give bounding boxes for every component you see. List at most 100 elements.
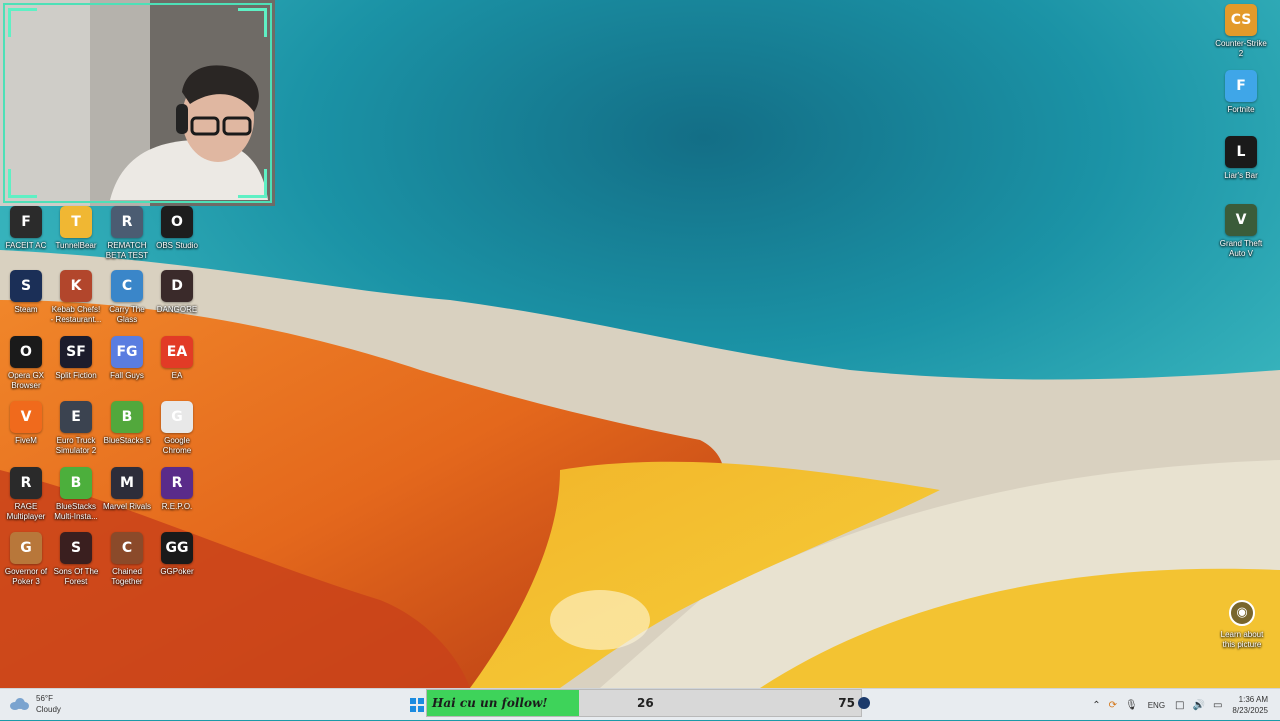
sons-forest-icon: S	[60, 532, 92, 564]
bluestacks-icon: B	[111, 401, 143, 433]
desktop-shortcut[interactable]: R R.E.P.O.	[151, 467, 203, 512]
desktop-shortcut[interactable]: K Kebab Chefs! - Restaurant...	[50, 270, 102, 325]
poker-icon: G	[10, 532, 42, 564]
desktop-shortcut-label: OBS Studio	[156, 241, 198, 250]
desktop-shortcut[interactable]: B BlueStacks 5	[101, 401, 153, 446]
obs-icon: O	[161, 206, 193, 238]
desktop-shortcut[interactable]: B BlueStacks Multi-Insta...	[50, 467, 102, 522]
ggpoker-icon: GG	[161, 532, 193, 564]
desktop-shortcut[interactable]: GG GGPoker	[151, 532, 203, 577]
sync-icon[interactable]: ⟳	[1109, 700, 1117, 711]
desktop-shortcut[interactable]: EA EA	[151, 336, 203, 381]
desktop-shortcut-label: Euro Truck Simulator 2	[55, 436, 97, 455]
desktop-shortcut-label: Sons Of The Forest	[53, 567, 99, 586]
chevron-up-icon[interactable]: ⌃	[1092, 700, 1100, 711]
webcam-overlay	[0, 0, 275, 206]
desktop-shortcut[interactable]: F FACEIT AC	[0, 206, 52, 251]
desktop-shortcut[interactable]: CS Counter-Strike 2	[1215, 4, 1267, 59]
fall-guys-icon: FG	[111, 336, 143, 368]
desktop-shortcut-label: GGPoker	[160, 567, 194, 576]
weather-widget[interactable]: 56°F Cloudy	[8, 693, 61, 715]
start-button[interactable]	[410, 698, 424, 712]
weather-description: Cloudy	[36, 705, 61, 714]
desktop-shortcut[interactable]: R RAGE Multiplayer	[0, 467, 52, 522]
desktop-shortcut[interactable]: C Carry The Glass	[101, 270, 153, 325]
desktop-shortcut-label: R.E.P.O.	[161, 502, 193, 511]
fortnite-icon: F	[1225, 70, 1257, 102]
desktop-shortcut-label: Carry The Glass	[109, 305, 145, 324]
marvel-rivals-icon: M	[111, 467, 143, 499]
desktop-shortcut[interactable]: S Sons Of The Forest	[50, 532, 102, 587]
camera-icon: ◉	[1229, 600, 1255, 626]
microphone-icon[interactable]: 🎙	[1125, 700, 1138, 711]
kebab-icon: K	[60, 270, 92, 302]
bear-icon: T	[60, 206, 92, 238]
desktop-shortcut[interactable]: T TunnelBear	[50, 206, 102, 251]
steam-icon: S	[10, 270, 42, 302]
volume-icon[interactable]: 🔊	[1193, 700, 1205, 711]
follow-goal-current: 26	[637, 696, 654, 710]
desktop-shortcut-label: Split Fiction	[55, 371, 97, 380]
battery-icon[interactable]: ▭	[1213, 700, 1222, 711]
follow-goal-target: 75	[838, 696, 855, 710]
desktop-shortcut[interactable]: R REMATCH BETA TEST	[101, 206, 153, 261]
system-tray: ⌃ ⟳ 🎙 ENG □ 🔊 ▭ 1:36 AM 8/23/2025	[1088, 689, 1280, 721]
learn-about-picture-label: Learn about this picture	[1220, 630, 1264, 649]
clock[interactable]: 1:36 AM 8/23/2025	[1232, 694, 1268, 716]
repo-icon: R	[161, 467, 193, 499]
faceit-icon: F	[10, 206, 42, 238]
webcam-corner	[8, 169, 37, 198]
carry-glass-icon: C	[111, 270, 143, 302]
desktop-shortcut[interactable]: E Euro Truck Simulator 2	[50, 401, 102, 456]
desktop-shortcut-label: TunnelBear	[55, 241, 97, 250]
desktop-shortcut[interactable]: FG Fall Guys	[101, 336, 153, 381]
webcam-frame	[3, 3, 272, 203]
language-indicator[interactable]: ENG	[1148, 701, 1165, 710]
desktop-shortcut-label: Grand Theft Auto V	[1219, 239, 1263, 258]
desktop-shortcut-label: RAGE Multiplayer	[6, 502, 46, 521]
liars-bar-icon: L	[1225, 136, 1257, 168]
desktop-shortcut[interactable]: G Governor of Poker 3	[0, 532, 52, 587]
desktop-shortcut[interactable]: O OBS Studio	[151, 206, 203, 251]
steam-taskbar-icon[interactable]	[858, 697, 870, 709]
desktop-shortcut-label: REMATCH BETA TEST	[105, 241, 149, 260]
webcam-corner	[8, 8, 37, 37]
desktop-shortcut-label: Kebab Chefs! - Restaurant...	[50, 305, 102, 324]
webcam-corner	[238, 8, 267, 37]
desktop-shortcut-label: Liar's Bar	[1224, 171, 1258, 180]
chrome-icon: G	[161, 401, 193, 433]
desktop-shortcut[interactable]: V FiveM	[0, 401, 52, 446]
weather-temperature: 56°F	[36, 694, 53, 703]
opera-gx-icon: O	[10, 336, 42, 368]
gta5-icon: V	[1225, 204, 1257, 236]
windows-logo-icon	[410, 698, 416, 704]
learn-about-picture[interactable]: ◉ Learn about this picture	[1216, 600, 1268, 650]
desktop-shortcut[interactable]: L Liar's Bar	[1215, 136, 1267, 181]
desktop-shortcut-label: Marvel Rivals	[102, 502, 151, 511]
desktop-shortcut[interactable]: G Google Chrome	[151, 401, 203, 456]
desktop-shortcut[interactable]: V Grand Theft Auto V	[1215, 204, 1267, 259]
desktop-shortcut-label: Chained Together	[111, 567, 143, 586]
desktop-shortcut-label: Counter-Strike 2	[1215, 39, 1267, 58]
desktop-shortcut[interactable]: S Steam	[0, 270, 52, 315]
ea-icon: EA	[161, 336, 193, 368]
desktop-shortcut[interactable]: D DANGORE	[151, 270, 203, 315]
desktop-shortcut[interactable]: SF Split Fiction	[50, 336, 102, 381]
desktop-shortcut-label: EA	[171, 371, 183, 380]
desktop-shortcut[interactable]: M Marvel Rivals	[101, 467, 153, 512]
clock-date: 8/23/2025	[1232, 706, 1268, 715]
dangore-icon: D	[161, 270, 193, 302]
desktop-shortcut-label: Opera GX Browser	[7, 371, 44, 390]
desktop-shortcut[interactable]: O Opera GX Browser	[0, 336, 52, 391]
desktop-shortcut-label: BlueStacks 5	[103, 436, 151, 445]
desktop-shortcut-label: BlueStacks Multi-Insta...	[54, 502, 98, 521]
desktop-shortcut-label: DANGORE	[156, 305, 198, 314]
webcam-corner	[238, 169, 267, 198]
chained-icon: C	[111, 532, 143, 564]
network-icon[interactable]: □	[1175, 700, 1184, 711]
rematch-icon: R	[111, 206, 143, 238]
rage-icon: R	[10, 467, 42, 499]
desktop-shortcut[interactable]: F Fortnite	[1215, 70, 1267, 115]
desktop-shortcut-label: Steam	[14, 305, 38, 314]
desktop-shortcut[interactable]: C Chained Together	[101, 532, 153, 587]
